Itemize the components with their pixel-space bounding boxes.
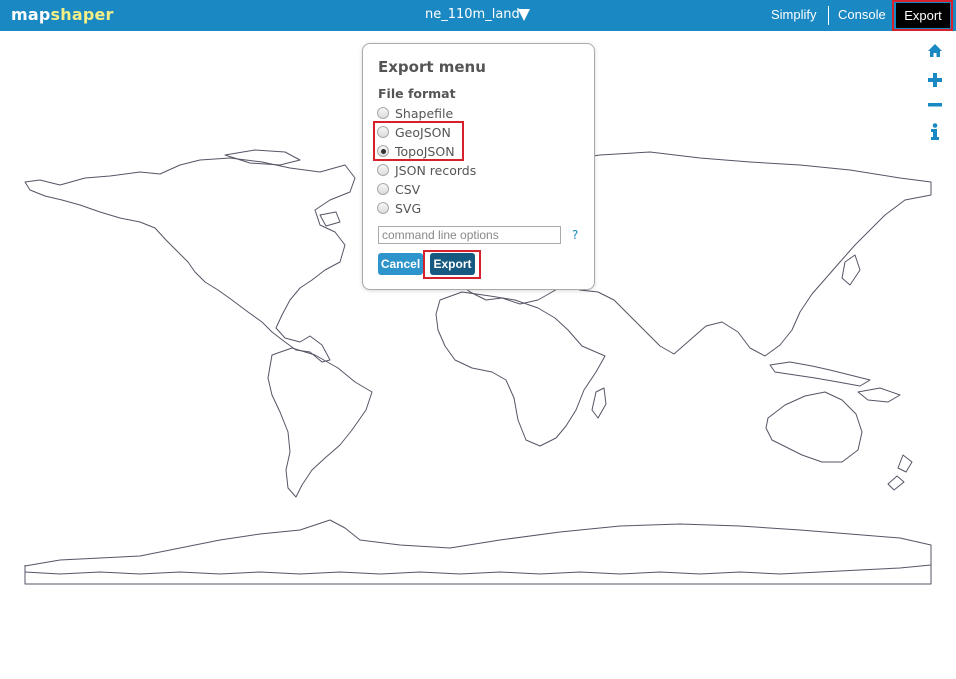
info-icon[interactable] — [927, 123, 943, 141]
dialog-export-button[interactable]: Export — [430, 253, 475, 275]
landmass-japan — [841, 254, 861, 286]
console-button[interactable]: Console — [838, 7, 886, 22]
landmass-new-zealand-south — [887, 475, 905, 491]
simplify-button[interactable]: Simplify — [771, 7, 817, 22]
format-label-csv: CSV — [395, 182, 421, 197]
format-label-topojson: TopoJSON — [395, 144, 455, 159]
radio-csv[interactable] — [377, 183, 389, 195]
landmass-new-zealand — [897, 454, 913, 473]
export-menu-title: Export menu — [378, 58, 486, 76]
logo-part-shaper: shaper — [50, 5, 114, 24]
top-bar: mapshaper ne_110m_land Simplify Console … — [0, 0, 956, 31]
radio-json-records[interactable] — [377, 164, 389, 176]
landmass-arctic-islands — [224, 149, 301, 166]
landmass-australia — [765, 391, 863, 463]
landmass-hudson-islands — [319, 211, 341, 227]
home-icon[interactable] — [927, 43, 943, 59]
radio-geojson[interactable] — [377, 126, 389, 138]
nav-separator — [828, 6, 829, 25]
logo-part-map: map — [11, 5, 51, 24]
command-line-options-input[interactable] — [378, 226, 561, 244]
export-menu-dialog: Export menu File format Shapefile GeoJSO… — [362, 43, 595, 290]
app-logo: mapshaper — [11, 5, 114, 24]
landmass-indonesia — [769, 361, 871, 387]
landmass-africa — [435, 291, 606, 447]
format-label-shapefile: Shapefile — [395, 106, 454, 121]
zoom-in-icon[interactable] — [927, 72, 943, 88]
landmass-south-america — [267, 347, 373, 498]
help-link[interactable]: ? — [572, 228, 578, 242]
radio-shapefile[interactable] — [377, 107, 389, 119]
format-label-json-records: JSON records — [395, 163, 477, 178]
format-label-svg: SVG — [395, 201, 422, 216]
radio-topojson[interactable] — [377, 145, 389, 157]
cancel-button[interactable]: Cancel — [378, 253, 423, 275]
format-label-geojson: GeoJSON — [395, 125, 451, 140]
export-button[interactable]: Export — [896, 3, 950, 28]
landmass-north-america — [24, 157, 356, 363]
landmass-antarctica — [24, 519, 932, 575]
layer-name[interactable]: ne_110m_land — [425, 7, 520, 22]
landmass-papua — [857, 387, 901, 403]
zoom-out-icon[interactable] — [927, 97, 943, 113]
file-format-label: File format — [378, 86, 456, 101]
landmass-madagascar — [591, 387, 607, 419]
radio-svg[interactable] — [377, 202, 389, 214]
map-frame — [24, 565, 932, 585]
layer-dropdown-caret-icon[interactable] — [518, 9, 530, 21]
